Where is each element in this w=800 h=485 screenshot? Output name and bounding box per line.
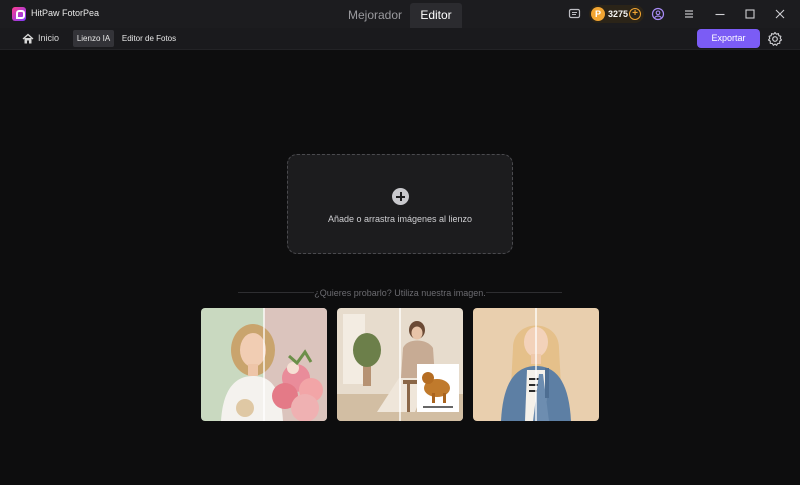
sample-photo-woman-dog — [337, 308, 463, 421]
home-icon — [22, 33, 34, 44]
samples-heading-row: ¿Quieres probarlo? Utiliza nuestra image… — [238, 287, 562, 299]
fotorpea-logo-icon — [12, 7, 26, 21]
sample-photo-woman-denim — [473, 308, 599, 421]
user-icon[interactable] — [651, 7, 665, 21]
toolbar: Inicio Lienzo IA Editor de Fotos Exporta… — [0, 28, 800, 50]
sample-image-1[interactable] — [201, 308, 327, 421]
credits-value: 3275 — [608, 9, 629, 19]
app-title: HitPaw FotorPea — [31, 8, 100, 18]
home-label: Inicio — [38, 33, 60, 43]
sample-image-3[interactable] — [473, 308, 599, 421]
title-bar: HitPaw FotorPea Mejorador Editor P 3275 … — [0, 0, 800, 28]
image-dropzone[interactable]: Añade o arrastra imágenes al lienzo — [287, 154, 513, 254]
export-button[interactable]: Exportar — [697, 29, 760, 48]
maximize-icon[interactable] — [743, 7, 757, 21]
tab-lienzo-ia[interactable]: Lienzo IA — [73, 30, 114, 47]
tab-mejorador[interactable]: Mejorador — [340, 3, 410, 28]
credits-badge[interactable]: P 3275 + — [589, 5, 644, 23]
menu-icon[interactable] — [682, 7, 696, 21]
add-credits-icon[interactable]: + — [629, 8, 641, 20]
tab-editor[interactable]: Editor — [410, 3, 462, 28]
divider-right — [486, 292, 562, 293]
sample-image-2[interactable] — [337, 308, 463, 421]
tab-editor-de-fotos[interactable]: Editor de Fotos — [118, 30, 180, 47]
dropzone-text: Añade o arrastra imágenes al lienzo — [327, 214, 473, 224]
sample-photo-woman-flowers — [201, 308, 327, 421]
minimize-icon[interactable] — [713, 7, 727, 21]
close-icon[interactable] — [773, 7, 787, 21]
coin-icon: P — [591, 7, 605, 21]
chat-icon[interactable] — [568, 7, 582, 21]
add-image-icon[interactable] — [392, 188, 409, 205]
settings-gear-icon[interactable] — [767, 31, 783, 47]
samples-heading: ¿Quieres probarlo? Utiliza nuestra image… — [314, 288, 486, 298]
